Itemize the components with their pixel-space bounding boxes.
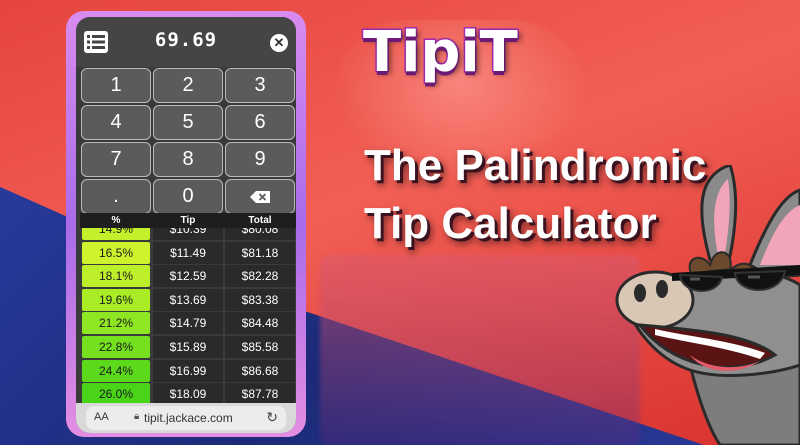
amount-display: 69.69 ✕ — [76, 17, 296, 67]
total-amount-cell: $86.68 — [225, 359, 295, 382]
total-amount-cell: $83.38 — [225, 288, 295, 311]
table-row: 24.4% $16.99 $86.68 — [80, 359, 296, 382]
tip-percent-cell: 22.8% — [82, 335, 150, 358]
text-size-button[interactable]: AA — [94, 411, 109, 423]
tip-percent-cell: 26.0% — [82, 383, 150, 404]
keypad: 1 2 3 4 5 6 7 8 9 . 0 — [80, 67, 296, 215]
table-row: 19.6% $13.69 $83.38 — [80, 288, 296, 311]
tip-table-body[interactable]: 14.9% $10.39 $80.08 16.5% $11.49 $81.18 18.1% $… — [80, 228, 296, 404]
header-total: Total — [248, 215, 272, 226]
key-1[interactable]: 1 — [81, 68, 151, 103]
table-row: 22.8% $15.89 $85.58 — [80, 335, 296, 358]
backspace-icon — [250, 190, 270, 203]
url-field[interactable]: AA 🔒︎ tipit.jackace.com ↻ — [86, 406, 286, 430]
key-decimal[interactable]: . — [81, 179, 151, 214]
calculator-screen: 69.69 ✕ 1 2 3 4 5 6 7 8 9 . 0 % Tip Tota… — [76, 17, 296, 433]
table-row: 21.2% $14.79 $84.48 — [80, 312, 296, 335]
tip-amount-cell: $11.49 — [153, 241, 223, 264]
donkey-mascot — [615, 165, 800, 445]
tip-table-header: % Tip Total — [80, 213, 296, 228]
header-tip: Tip — [180, 215, 196, 226]
tip-amount-cell: $13.69 — [153, 288, 223, 311]
tip-percent-cell: 19.6% — [82, 288, 150, 311]
tip-table: % Tip Total 14.9% $10.39 $80.08 16.5% $11.49… — [80, 213, 296, 404]
bill-amount: 69.69 — [154, 29, 218, 51]
tip-amount-cell: $16.99 — [153, 359, 223, 382]
lock-icon: 🔒︎ — [134, 411, 140, 422]
table-row: 16.5% $11.49 $81.18 — [80, 241, 296, 264]
total-amount-cell: $84.48 — [225, 312, 295, 335]
browser-address-bar: AA 🔒︎ tipit.jackace.com ↻ — [76, 403, 296, 433]
tip-amount-cell: $12.59 — [153, 265, 223, 288]
background-logo-art — [320, 255, 640, 445]
backspace-button[interactable] — [225, 179, 295, 214]
key-4[interactable]: 4 — [81, 105, 151, 140]
tip-percent-cell: 14.9% — [82, 228, 150, 240]
reload-icon[interactable]: ↻ — [266, 409, 278, 426]
tip-percent-cell: 18.1% — [82, 265, 150, 288]
total-amount-cell: $87.78 — [225, 383, 295, 404]
table-row: 26.0% $18.09 $87.78 — [80, 383, 296, 404]
app-logo-title: TipiT — [362, 19, 520, 87]
total-amount-cell: $81.18 — [225, 241, 295, 264]
key-6[interactable]: 6 — [225, 105, 295, 140]
table-row: 14.9% $10.39 $80.08 — [80, 228, 296, 240]
table-row: 18.1% $12.59 $82.28 — [80, 265, 296, 288]
key-7[interactable]: 7 — [81, 142, 151, 177]
total-amount-cell: $80.08 — [225, 228, 295, 240]
header-percent: % — [111, 215, 121, 226]
total-amount-cell: $82.28 — [225, 265, 295, 288]
tip-amount-cell: $18.09 — [153, 383, 223, 404]
key-3[interactable]: 3 — [225, 68, 295, 103]
phone-frame: 69.69 ✕ 1 2 3 4 5 6 7 8 9 . 0 % Tip Tota… — [66, 11, 306, 437]
tip-percent-cell: 16.5% — [82, 241, 150, 264]
url-text: tipit.jackace.com — [144, 411, 233, 425]
tip-amount-cell: $10.39 — [153, 228, 223, 240]
tip-amount-cell: $15.89 — [153, 335, 223, 358]
total-amount-cell: $85.58 — [225, 335, 295, 358]
list-icon[interactable] — [84, 31, 108, 53]
tip-amount-cell: $14.79 — [153, 312, 223, 335]
key-5[interactable]: 5 — [153, 105, 223, 140]
key-2[interactable]: 2 — [153, 68, 223, 103]
key-9[interactable]: 9 — [225, 142, 295, 177]
key-0[interactable]: 0 — [153, 179, 223, 214]
key-8[interactable]: 8 — [153, 142, 223, 177]
tip-percent-cell: 24.4% — [82, 359, 150, 382]
tip-percent-cell: 21.2% — [82, 312, 150, 335]
close-icon[interactable]: ✕ — [270, 34, 288, 52]
